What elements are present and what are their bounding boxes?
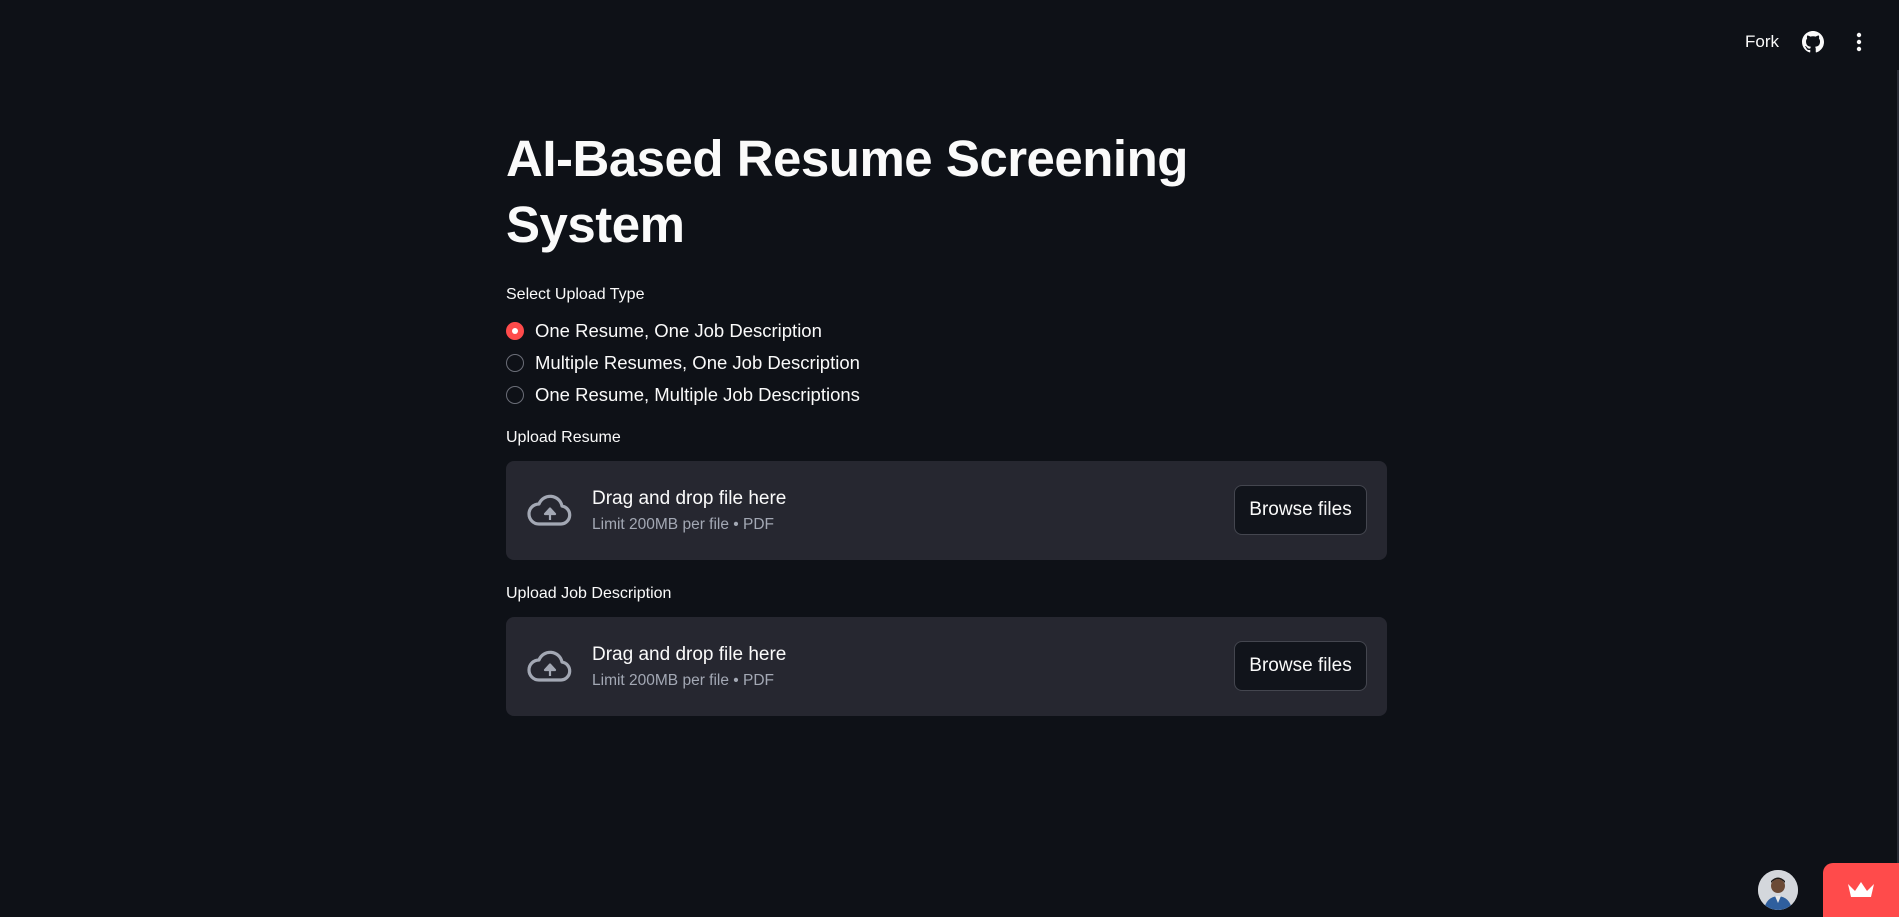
- app-page: Fork AI-Based Resume Screening System Se…: [0, 0, 1899, 917]
- resume-dropzone[interactable]: Drag and drop file here Limit 200MB per …: [506, 461, 1387, 560]
- main-content: AI-Based Resume Screening System Select …: [506, 126, 1387, 741]
- kebab-menu-icon[interactable]: [1847, 30, 1871, 54]
- browse-files-button[interactable]: Browse files: [1234, 485, 1367, 535]
- cloud-upload-icon: [526, 643, 574, 691]
- radio-unselected-icon[interactable]: [506, 385, 524, 404]
- dropzone-limit: Limit 200MB per file • PDF: [592, 671, 775, 689]
- github-icon[interactable]: [1801, 30, 1825, 54]
- job-description-uploader: Upload Job Description Drag and drop fil…: [506, 585, 1387, 716]
- page-title: AI-Based Resume Screening System: [506, 130, 1188, 253]
- radio-option-label: Multiple Resumes, One Job Description: [535, 351, 860, 373]
- resume-uploader: Upload Resume Drag and drop file here Li…: [506, 429, 1387, 560]
- radio-option-one-resume-one-jd[interactable]: One Resume, One Job Description: [506, 318, 1387, 343]
- resume-uploader-label: Upload Resume: [506, 429, 621, 446]
- fork-link[interactable]: Fork: [1745, 32, 1779, 52]
- job-description-dropzone[interactable]: Drag and drop file here Limit 200MB per …: [506, 617, 1387, 716]
- radio-selected-icon[interactable]: [506, 321, 524, 340]
- job-description-uploader-label: Upload Job Description: [506, 585, 672, 602]
- dropzone-instruction: Drag and drop file here: [592, 643, 787, 665]
- upload-type-radio-group: One Resume, One Job Description Multiple…: [506, 318, 1387, 407]
- dropzone-instruction: Drag and drop file here: [592, 487, 787, 509]
- radio-option-multiple-resumes-one-jd[interactable]: Multiple Resumes, One Job Description: [506, 350, 1387, 375]
- radio-option-label: One Resume, Multiple Job Descriptions: [535, 383, 860, 405]
- radio-option-one-resume-multiple-jds[interactable]: One Resume, Multiple Job Descriptions: [506, 382, 1387, 407]
- dropzone-text: Drag and drop file here Limit 200MB per …: [592, 488, 786, 534]
- cloud-upload-icon: [526, 487, 574, 535]
- radio-option-label: One Resume, One Job Description: [535, 319, 822, 341]
- crown-icon[interactable]: [1823, 863, 1899, 917]
- browse-files-button[interactable]: Browse files: [1234, 641, 1367, 691]
- top-toolbar: Fork: [1745, 26, 1871, 58]
- user-avatar[interactable]: [1758, 870, 1798, 910]
- upload-type-label: Select Upload Type: [506, 286, 645, 303]
- dropzone-limit: Limit 200MB per file • PDF: [592, 515, 775, 533]
- dropzone-text: Drag and drop file here Limit 200MB per …: [592, 644, 786, 690]
- radio-unselected-icon[interactable]: [506, 353, 524, 372]
